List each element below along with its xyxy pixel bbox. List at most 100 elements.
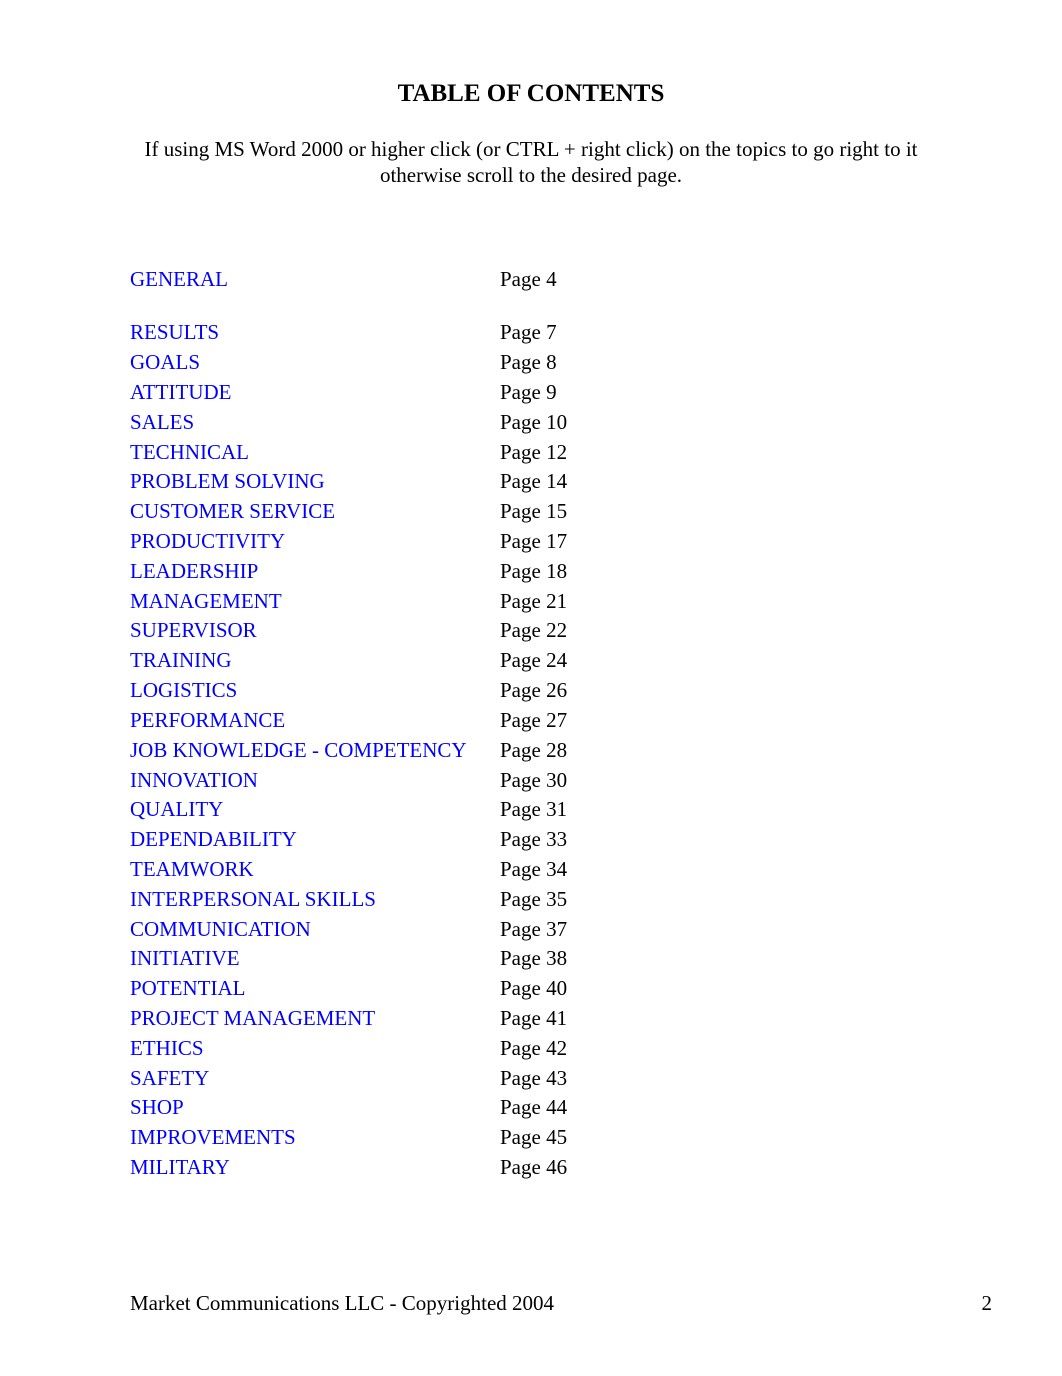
toc-row: POTENTIAL Page 40	[130, 974, 932, 1004]
page-title: TABLE OF CONTENTS	[130, 80, 932, 108]
toc-page-number: Page 33	[500, 825, 567, 855]
toc-page-number: Page 10	[500, 408, 567, 438]
toc-topic: JOB KNOWLEDGE - COMPETENCY	[130, 736, 500, 766]
toc-row: TECHNICAL Page 12	[130, 438, 932, 468]
toc-link[interactable]: TEAMWORK	[130, 857, 254, 881]
toc-topic: SALES	[130, 408, 500, 438]
toc-page-number: Page 46	[500, 1153, 567, 1183]
toc-link[interactable]: MILITARY	[130, 1155, 230, 1179]
toc-page-number: Page 4	[500, 265, 557, 295]
toc-topic: MANAGEMENT	[130, 587, 500, 617]
toc-link[interactable]: LOGISTICS	[130, 678, 237, 702]
toc-link[interactable]: PROJECT MANAGEMENT	[130, 1006, 375, 1030]
toc-link[interactable]: PERFORMANCE	[130, 708, 285, 732]
toc-link[interactable]: ETHICS	[130, 1036, 204, 1060]
toc-page-number: Page 21	[500, 587, 567, 617]
toc-topic: PROJECT MANAGEMENT	[130, 1004, 500, 1034]
toc-link[interactable]: TECHNICAL	[130, 440, 249, 464]
toc-topic: PROBLEM SOLVING	[130, 467, 500, 497]
toc-link[interactable]: ATTITUDE	[130, 380, 231, 404]
toc-link[interactable]: RESULTS	[130, 320, 219, 344]
toc-page-number: Page 41	[500, 1004, 567, 1034]
toc-page-number: Page 28	[500, 736, 567, 766]
toc-topic: COMMUNICATION	[130, 915, 500, 945]
toc-link[interactable]: INTERPERSONAL SKILLS	[130, 887, 376, 911]
toc-topic: ETHICS	[130, 1034, 500, 1064]
toc-link[interactable]: COMMUNICATION	[130, 917, 311, 941]
toc-page-number: Page 27	[500, 706, 567, 736]
toc-row: ETHICS Page 42	[130, 1034, 932, 1064]
toc-page-number: Page 22	[500, 616, 567, 646]
toc-row: LEADERSHIPPage 18	[130, 557, 932, 587]
toc-link[interactable]: SALES	[130, 410, 194, 434]
toc-topic: LOGISTICS	[130, 676, 500, 706]
toc-page-number: Page 17	[500, 527, 567, 557]
toc-link[interactable]: SAFETY	[130, 1066, 209, 1090]
toc-row: INTERPERSONAL SKILLS Page 35	[130, 885, 932, 915]
toc-row: ATTITUDE Page 9	[130, 378, 932, 408]
toc-page-number: Page 24	[500, 646, 567, 676]
toc-row: MILITARY Page 46	[130, 1153, 932, 1183]
toc-page-number: Page 40	[500, 974, 567, 1004]
toc-page-number: Page 38	[500, 944, 567, 974]
toc-row: PROJECT MANAGEMENT Page 41	[130, 1004, 932, 1034]
toc-link[interactable]: JOB KNOWLEDGE - COMPETENCY	[130, 738, 467, 762]
toc-row: PRODUCTIVITY Page 17	[130, 527, 932, 557]
toc-row: GOALS Page 8	[130, 348, 932, 378]
toc-row: TRAINING Page 24	[130, 646, 932, 676]
toc-link[interactable]: INNOVATION	[130, 768, 258, 792]
toc-row: IMPROVEMENTS Page 45	[130, 1123, 932, 1153]
toc-topic: INNOVATION	[130, 766, 500, 796]
toc-page-number: Page 42	[500, 1034, 567, 1064]
toc-topic: GOALS	[130, 348, 500, 378]
toc-topic: DEPENDABILITY	[130, 825, 500, 855]
toc-link[interactable]: IMPROVEMENTS	[130, 1125, 296, 1149]
toc-list: RESULTS Page 7 GOALS Page 8 ATTITUDE Page 9 SA…	[130, 318, 932, 1183]
toc-page-number: Page 30	[500, 766, 567, 796]
toc-topic: LEADERSHIP	[130, 557, 500, 587]
toc-page-number: Page 31	[500, 795, 567, 825]
toc-link[interactable]: GOALS	[130, 350, 200, 374]
toc-link[interactable]: INITIATIVE	[130, 946, 240, 970]
toc-spacer	[130, 294, 932, 318]
toc-link[interactable]: PRODUCTIVITY	[130, 529, 285, 553]
toc-row: JOB KNOWLEDGE - COMPETENCY Page 28	[130, 736, 932, 766]
toc-page-number: Page 8	[500, 348, 557, 378]
document-page: TABLE OF CONTENTS If using MS Word 2000 …	[0, 0, 1062, 1376]
toc-row: SAFETYPage 43	[130, 1064, 932, 1094]
toc-link[interactable]: SHOP	[130, 1095, 184, 1119]
toc-topic: SAFETY	[130, 1064, 500, 1094]
toc-link[interactable]: MANAGEMENT	[130, 589, 282, 613]
toc-link[interactable]: LEADERSHIP	[130, 559, 258, 583]
toc-link[interactable]: SUPERVISOR	[130, 618, 257, 642]
toc-topic: TEAMWORK	[130, 855, 500, 885]
toc-row-general: GENERAL Page 4	[130, 265, 932, 295]
toc-row: PROBLEM SOLVINGPage 14	[130, 467, 932, 497]
toc-row: PERFORMANCE Page 27	[130, 706, 932, 736]
toc-link[interactable]: CUSTOMER SERVICE	[130, 499, 335, 523]
page-footer: Market Communications LLC - Copyrighted …	[130, 1291, 992, 1316]
toc-page-number: Page 7	[500, 318, 557, 348]
toc-link-general[interactable]: GENERAL	[130, 267, 228, 291]
toc-row: SHOPPage 44	[130, 1093, 932, 1123]
toc-link[interactable]: QUALITY	[130, 797, 223, 821]
toc-topic: ATTITUDE	[130, 378, 500, 408]
footer-page-number: 2	[982, 1291, 993, 1316]
toc-link[interactable]: POTENTIAL	[130, 976, 245, 1000]
toc-page-number: Page 9	[500, 378, 557, 408]
toc-page-number: Page 45	[500, 1123, 567, 1153]
instruction-line-1: If using MS Word 2000 or higher click (o…	[144, 137, 917, 161]
toc-row: COMMUNICATION Page 37	[130, 915, 932, 945]
toc-page-number: Page 37	[500, 915, 567, 945]
toc-topic: RESULTS	[130, 318, 500, 348]
toc-link[interactable]: PROBLEM SOLVING	[130, 469, 325, 493]
toc-topic: MILITARY	[130, 1153, 500, 1183]
toc-link[interactable]: TRAINING	[130, 648, 231, 672]
toc-row: TEAMWORKPage 34	[130, 855, 932, 885]
toc-page-number: Page 35	[500, 885, 567, 915]
toc-page-number: Page 12	[500, 438, 567, 468]
toc-row: DEPENDABILITY Page 33	[130, 825, 932, 855]
instruction-line-2: otherwise scroll to the desired page.	[380, 163, 682, 187]
toc-link[interactable]: DEPENDABILITY	[130, 827, 297, 851]
toc-row: LOGISTICSPage 26	[130, 676, 932, 706]
